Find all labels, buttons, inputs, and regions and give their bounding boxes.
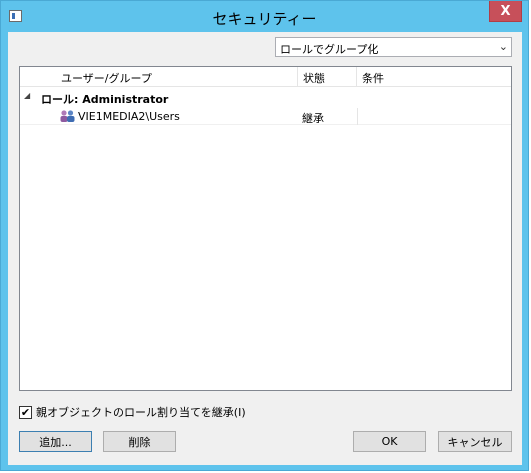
group-row-administrator[interactable]: ◢ ロール: Administrator bbox=[20, 89, 511, 106]
inherit-checkbox[interactable]: ✔ bbox=[19, 405, 32, 419]
ok-button[interactable]: OK bbox=[353, 431, 426, 452]
close-icon: X bbox=[500, 3, 511, 19]
permission-list[interactable]: ユーザー/グループ 状態 条件 ◢ ロール: Administrator VIE… bbox=[19, 66, 512, 391]
user-condition bbox=[357, 108, 511, 125]
inherit-option[interactable]: ✔ 親オブジェクトのロール割り当てを継承(I) bbox=[19, 404, 246, 420]
security-dialog: セキュリティー X ロールでグループ化 ⌄ ユーザー/グループ 状態 条件 ◢ … bbox=[0, 0, 529, 471]
user-status: 継承 bbox=[302, 112, 324, 125]
add-button[interactable]: 追加... bbox=[19, 431, 92, 452]
close-button[interactable]: X bbox=[489, 1, 522, 22]
delete-button[interactable]: 削除 bbox=[103, 431, 176, 452]
inherit-label[interactable]: 親オブジェクトのロール割り当てを継承(I) bbox=[36, 404, 246, 420]
dialog-body: ロールでグループ化 ⌄ ユーザー/グループ 状態 条件 ◢ ロール: Admin… bbox=[8, 32, 522, 465]
chevron-down-icon: ⌄ bbox=[498, 40, 508, 53]
cancel-button[interactable]: キャンセル bbox=[438, 431, 512, 452]
user-name: VIE1MEDIA2\Users bbox=[78, 110, 180, 123]
column-header-status[interactable]: 状態 bbox=[298, 67, 357, 86]
group-by-dropdown[interactable]: ロールでグループ化 ⌄ bbox=[275, 37, 512, 57]
window-title: セキュリティー bbox=[212, 10, 317, 28]
checkmark-icon: ✔ bbox=[20, 405, 31, 419]
list-header: ユーザー/グループ 状態 条件 bbox=[20, 67, 511, 87]
column-header-condition[interactable]: 条件 bbox=[357, 67, 511, 86]
user-group-icon bbox=[60, 110, 75, 122]
group-by-selected: ロールでグループ化 bbox=[280, 43, 379, 56]
column-header-user-group[interactable]: ユーザー/グループ bbox=[56, 67, 298, 86]
table-row[interactable]: VIE1MEDIA2\Users 継承 bbox=[20, 108, 511, 125]
collapse-triangle-icon[interactable]: ◢ bbox=[24, 91, 30, 100]
title-bar[interactable]: セキュリティー X bbox=[1, 1, 528, 32]
group-label: ロール: Administrator bbox=[41, 93, 169, 106]
